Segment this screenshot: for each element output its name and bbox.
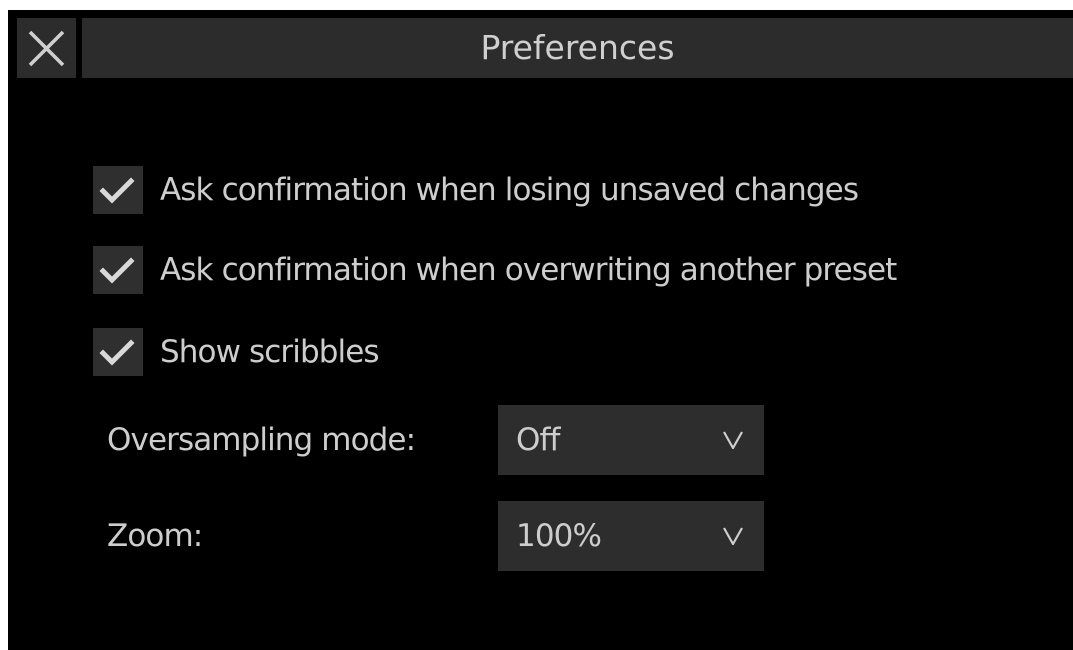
chevron-down-icon [723, 431, 743, 449]
option-label: Ask confirmation when overwriting anothe… [160, 252, 897, 288]
checkmark-icon [99, 339, 135, 366]
dialog-title: Preferences [480, 28, 675, 67]
option-label: Ask confirmation when losing unsaved cha… [160, 172, 859, 208]
preferences-window: Preferences Ask confirmation when losing… [8, 10, 1073, 650]
oversampling-dropdown[interactable]: Off [498, 405, 764, 475]
title-bar: Preferences [8, 10, 1073, 79]
title-area: Preferences [82, 18, 1073, 78]
chevron-down-icon [723, 527, 743, 545]
checkbox[interactable] [93, 328, 143, 376]
oversampling-value: Off [516, 422, 560, 458]
checkmark-icon [99, 257, 135, 284]
option-label: Show scribbles [160, 334, 380, 370]
close-icon [28, 30, 65, 67]
checkbox[interactable] [93, 166, 143, 214]
zoom-label: Zoom: [107, 518, 203, 554]
checkbox[interactable] [93, 246, 143, 294]
checkmark-icon [99, 177, 135, 204]
close-button[interactable] [17, 18, 76, 78]
zoom-dropdown[interactable]: 100% [498, 501, 764, 571]
zoom-value: 100% [516, 518, 602, 554]
oversampling-label: Oversampling mode: [107, 422, 416, 458]
